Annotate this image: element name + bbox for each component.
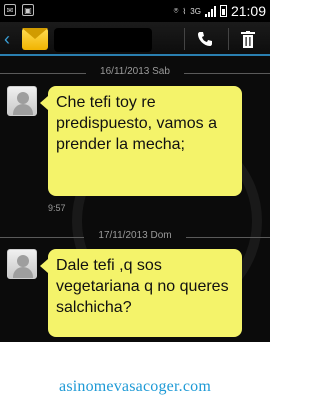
wifi-icon: ⌇ bbox=[182, 6, 187, 16]
signal-icon bbox=[204, 5, 216, 17]
divider bbox=[228, 28, 229, 50]
message-text: Dale tefi ,q sos vegetariana q no queres… bbox=[56, 257, 229, 316]
avatar bbox=[7, 249, 37, 279]
avatar bbox=[7, 86, 37, 116]
image-notification-icon: ▣ bbox=[22, 4, 34, 16]
action-bar: ‹ bbox=[0, 22, 270, 56]
message-time: 9:57 bbox=[48, 203, 66, 213]
vibrate-icon: ⍟ bbox=[173, 6, 179, 15]
mail-notification-icon: ✉ bbox=[4, 4, 16, 16]
footer: asinomevasacoger.com bbox=[0, 342, 270, 405]
status-bar: ✉ ▣ ⍟ ⌇ 3G 21:09 bbox=[0, 0, 270, 22]
network-type-label: 3G bbox=[190, 6, 201, 16]
divider bbox=[184, 28, 185, 50]
message-bubble[interactable]: Che tefi toy re predispuesto, vamos a pr… bbox=[40, 86, 242, 196]
footer-site-link[interactable]: asinomevasacoger.com bbox=[0, 378, 270, 396]
contact-name-redacted bbox=[54, 28, 152, 52]
trash-icon[interactable] bbox=[240, 31, 256, 48]
message-text: Che tefi toy re predispuesto, vamos a pr… bbox=[56, 94, 217, 153]
battery-icon bbox=[219, 5, 227, 17]
date-separator: 16/11/2013 Sab bbox=[0, 66, 270, 80]
conversation-area[interactable]: 16/11/2013 Sab Che tefi toy re predispue… bbox=[0, 56, 270, 342]
phone-icon[interactable] bbox=[196, 30, 214, 48]
status-time: 21:09 bbox=[230, 3, 266, 19]
message-bubble[interactable]: Dale tefi ,q sos vegetariana q no queres… bbox=[40, 249, 242, 337]
date-separator: 17/11/2013 Dom bbox=[0, 230, 270, 244]
back-arrow-icon[interactable]: ‹ bbox=[4, 30, 18, 48]
envelope-icon bbox=[22, 28, 48, 50]
